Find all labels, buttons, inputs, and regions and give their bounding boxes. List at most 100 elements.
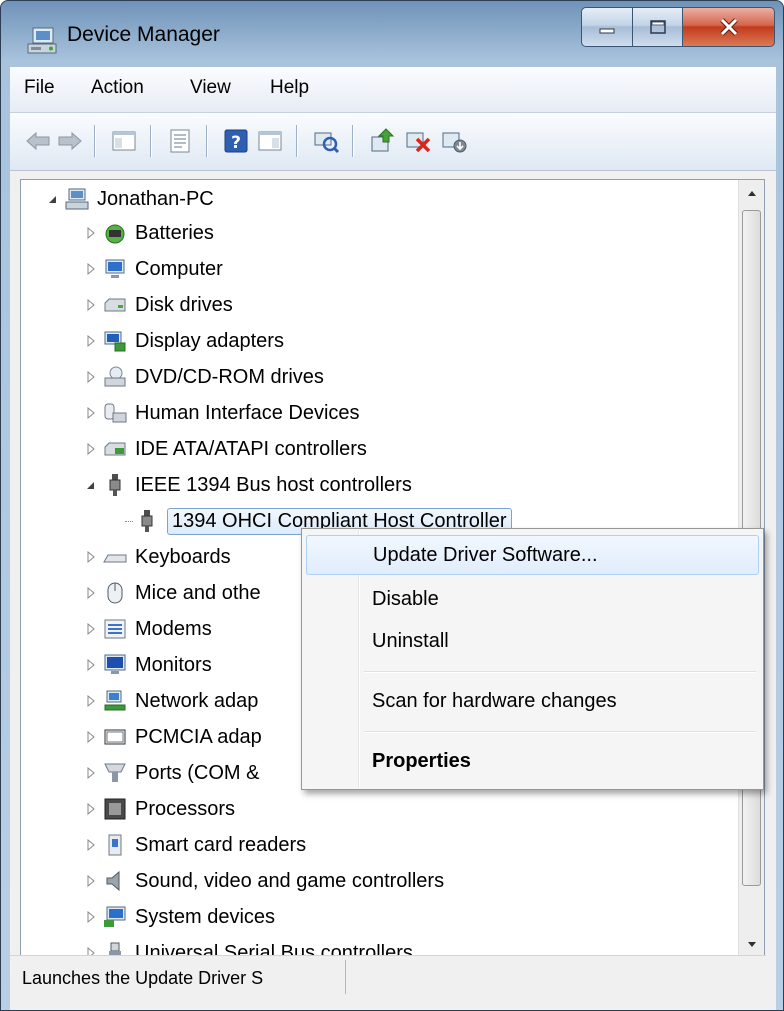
mouse-icon bbox=[107, 582, 123, 604]
hid-icon bbox=[104, 403, 127, 423]
uninstall-icon[interactable] bbox=[404, 127, 432, 155]
menu-action[interactable]: Action bbox=[91, 77, 144, 99]
expand-triangle-icon[interactable] bbox=[85, 839, 97, 851]
display-adapter-icon bbox=[104, 331, 126, 352]
tree-item-display-adapters[interactable]: Display adapters bbox=[85, 324, 284, 358]
expand-triangle-icon[interactable] bbox=[85, 659, 97, 671]
tree-item-label: Monitors bbox=[135, 653, 212, 676]
menu-properties[interactable]: Properties bbox=[306, 741, 759, 781]
expand-triangle-icon[interactable] bbox=[85, 335, 97, 347]
ieee1394-icon bbox=[109, 474, 121, 496]
menu-update-driver-software[interactable]: Update Driver Software... bbox=[306, 535, 759, 575]
title-bar[interactable]: Device Manager bbox=[1, 1, 783, 69]
menu-help[interactable]: Help bbox=[270, 77, 309, 99]
processor-icon bbox=[104, 798, 126, 820]
tree-item-keyboards[interactable]: Keyboards bbox=[85, 540, 231, 574]
expand-triangle-icon[interactable] bbox=[85, 407, 97, 419]
tree-item-network[interactable]: Network adap bbox=[85, 684, 258, 718]
expand-triangle-icon[interactable] bbox=[85, 443, 97, 455]
expand-triangle-icon[interactable] bbox=[85, 911, 97, 923]
minimize-icon bbox=[599, 28, 615, 34]
tree-item-batteries[interactable]: Batteries bbox=[85, 216, 214, 250]
menu-file[interactable]: File bbox=[24, 77, 55, 99]
system-devices-icon bbox=[104, 906, 126, 927]
scroll-up-icon bbox=[747, 191, 756, 196]
tree-item-computer[interactable]: Computer bbox=[85, 252, 223, 286]
tree-item-modems[interactable]: Modems bbox=[85, 612, 212, 646]
collapse-triangle-icon[interactable] bbox=[85, 479, 97, 491]
scan-hardware-icon[interactable] bbox=[312, 127, 340, 155]
tree-item-label: DVD/CD-ROM drives bbox=[135, 365, 324, 388]
tree-root-label: Jonathan-PC bbox=[97, 187, 214, 210]
minimize-button[interactable] bbox=[581, 7, 633, 47]
menu-view[interactable]: View bbox=[190, 77, 231, 99]
tree-item-system[interactable]: System devices bbox=[85, 900, 275, 934]
tree-item-mice[interactable]: Mice and othe bbox=[85, 576, 261, 610]
caption-buttons bbox=[581, 7, 775, 47]
tree-item-dvd-cdrom[interactable]: DVD/CD-ROM drives bbox=[85, 360, 324, 394]
dvd-drive-icon bbox=[104, 366, 126, 387]
tree-item-label: Disk drives bbox=[135, 293, 233, 316]
show-hide-tree-icon[interactable] bbox=[110, 127, 138, 155]
tree-item-ports[interactable]: Ports (COM & bbox=[85, 756, 259, 790]
battery-icon bbox=[105, 224, 125, 244]
expand-triangle-icon[interactable] bbox=[85, 551, 97, 563]
properties-icon[interactable] bbox=[166, 127, 194, 155]
expand-triangle-icon[interactable] bbox=[85, 803, 97, 815]
expand-triangle-icon[interactable] bbox=[85, 587, 97, 599]
help-icon[interactable]: ? bbox=[222, 127, 250, 155]
status-text: Launches the Update Driver S bbox=[22, 968, 264, 988]
modem-icon bbox=[104, 619, 126, 639]
tree-item-label: Modems bbox=[135, 617, 212, 640]
scroll-up-button[interactable] bbox=[739, 180, 764, 206]
tree-item-label: IDE ATA/ATAPI controllers bbox=[135, 437, 367, 460]
status-bar: Launches the Update Driver S bbox=[10, 955, 766, 998]
tree-connector bbox=[125, 520, 133, 522]
disable-icon[interactable] bbox=[440, 127, 468, 155]
maximize-button[interactable] bbox=[633, 7, 683, 47]
menu-uninstall[interactable]: Uninstall bbox=[306, 621, 759, 661]
tree-item-disk-drives[interactable]: Disk drives bbox=[85, 288, 233, 322]
tree-item-label: System devices bbox=[135, 905, 276, 928]
tree-item-sound[interactable]: Sound, video and game controllers bbox=[85, 864, 444, 898]
collapse-triangle-icon[interactable] bbox=[47, 193, 59, 205]
expand-triangle-icon[interactable] bbox=[85, 731, 97, 743]
expand-triangle-icon[interactable] bbox=[85, 875, 97, 887]
menu-disable[interactable]: Disable bbox=[306, 579, 759, 619]
status-divider bbox=[345, 960, 346, 994]
tree-item-monitors[interactable]: Monitors bbox=[85, 648, 212, 682]
expand-triangle-icon[interactable] bbox=[85, 299, 97, 311]
tree-item-label: Ports (COM & bbox=[135, 761, 260, 784]
back-icon[interactable] bbox=[24, 127, 52, 155]
expand-triangle-icon[interactable] bbox=[85, 623, 97, 635]
tree-item-label: Computer bbox=[135, 257, 223, 280]
tree-root[interactable]: Jonathan-PC bbox=[47, 182, 214, 216]
ieee1394-device-icon bbox=[141, 510, 153, 532]
close-button[interactable] bbox=[683, 7, 775, 47]
tree-item-ide-ata[interactable]: IDE ATA/ATAPI controllers bbox=[85, 432, 367, 466]
computer-icon bbox=[65, 188, 89, 210]
expand-triangle-icon[interactable] bbox=[85, 695, 97, 707]
expand-triangle-icon[interactable] bbox=[85, 767, 97, 779]
tree-item-processors[interactable]: Processors bbox=[85, 792, 235, 826]
tree-item-label: Batteries bbox=[135, 221, 214, 244]
tree-item-smart-card[interactable]: Smart card readers bbox=[85, 828, 306, 862]
action-pane-icon[interactable] bbox=[256, 127, 284, 155]
monitor-icon bbox=[104, 654, 126, 674]
menu-scan-hardware[interactable]: Scan for hardware changes bbox=[306, 681, 759, 721]
pcmcia-icon bbox=[104, 729, 126, 745]
tree-item-label: Smart card readers bbox=[135, 833, 307, 856]
expand-triangle-icon[interactable] bbox=[85, 371, 97, 383]
device-manager-window: Device Manager File Action View Help ? J… bbox=[0, 0, 784, 1011]
tree-item-hid[interactable]: Human Interface Devices bbox=[85, 396, 360, 430]
keyboard-icon bbox=[103, 554, 127, 563]
toolbar-separator bbox=[94, 125, 95, 157]
tree-item-pcmcia[interactable]: PCMCIA adap bbox=[85, 720, 262, 754]
tree-item-ieee1394[interactable]: IEEE 1394 Bus host controllers bbox=[85, 468, 412, 502]
disk-drive-icon bbox=[104, 298, 126, 312]
expand-triangle-icon[interactable] bbox=[85, 227, 97, 239]
update-driver-icon[interactable] bbox=[368, 127, 396, 155]
forward-icon[interactable] bbox=[56, 127, 84, 155]
toolbar-separator bbox=[206, 125, 207, 157]
expand-triangle-icon[interactable] bbox=[85, 263, 97, 275]
